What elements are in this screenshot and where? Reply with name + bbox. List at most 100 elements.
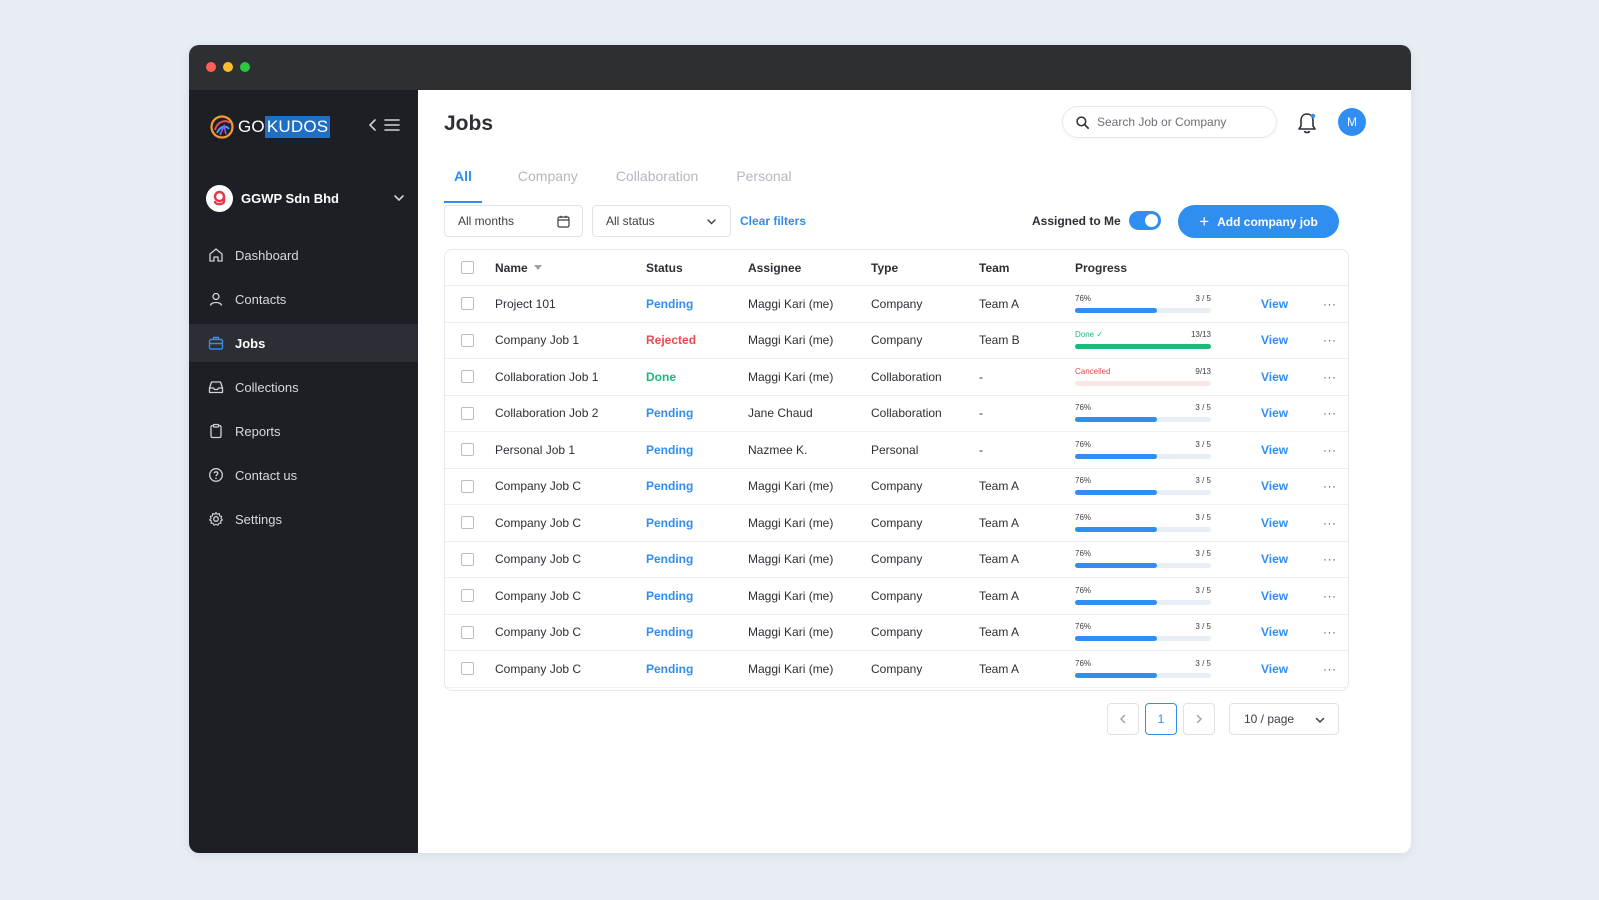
row-checkbox[interactable] [461, 443, 474, 457]
column-header-name[interactable]: Name [495, 250, 542, 285]
chevron-left-icon[interactable] [365, 117, 381, 133]
row-checkbox[interactable] [461, 625, 474, 639]
sidebar-item-label: Jobs [235, 335, 266, 351]
progress-track [1075, 453, 1211, 459]
sidebar-item-contacts[interactable]: Contacts [189, 280, 418, 318]
status-filter[interactable]: All status [592, 205, 731, 237]
view-job-link[interactable]: View [1261, 469, 1288, 505]
view-job-link[interactable]: View [1261, 505, 1288, 541]
progress-fill [1075, 526, 1157, 532]
table-row: Company Job C Pending Maggi Kari (me) Compa… [445, 651, 1348, 688]
job-team: - [979, 369, 983, 384]
organization-switcher[interactable]: GGWP Sdn Bhd [206, 184, 406, 212]
user-avatar[interactable]: M [1338, 108, 1366, 136]
row-checkbox[interactable] [461, 552, 474, 566]
pagination-prev-button[interactable] [1107, 703, 1139, 735]
tab-personal[interactable]: Personal [734, 158, 793, 194]
row-checkbox[interactable] [461, 370, 474, 384]
window-minimize-button[interactable] [223, 62, 233, 72]
select-all-checkbox[interactable] [461, 261, 474, 274]
search-input[interactable] [1097, 115, 1257, 129]
app-logo[interactable]: GO KUDOS [209, 114, 331, 140]
sidebar-item-contact-us[interactable]: Contact us [189, 456, 418, 494]
progress-fill [1075, 490, 1157, 496]
status-badge: Pending [646, 296, 694, 311]
status-badge: Rejected [646, 333, 697, 348]
progress-bar: 76% 3 / 5 [1075, 547, 1211, 571]
progress-bar: 76% 3 / 5 [1075, 438, 1211, 462]
more-options-icon[interactable]: ··· [1323, 323, 1337, 359]
more-options-icon[interactable]: ··· [1323, 651, 1337, 687]
months-filter[interactable]: All months [444, 205, 583, 237]
add-company-job-button[interactable]: + Add company job [1178, 205, 1339, 238]
more-options-icon[interactable]: ··· [1323, 505, 1337, 541]
pagination-page-1[interactable]: 1 [1145, 703, 1177, 735]
sidebar-item-reports[interactable]: Reports [189, 412, 418, 450]
job-assignee: Maggi Kari (me) [748, 661, 834, 676]
progress-bar: Done ✓ 13/13 [1075, 328, 1211, 352]
progress-track [1075, 380, 1211, 386]
view-job-link[interactable]: View [1261, 651, 1288, 687]
window-close-button[interactable] [206, 62, 216, 72]
notification-bell-icon[interactable] [1296, 111, 1318, 135]
job-assignee: Maggi Kari (me) [748, 625, 834, 640]
row-checkbox[interactable] [461, 333, 474, 347]
sidebar-item-jobs[interactable]: Jobs [189, 324, 418, 362]
sidebar-item-collections[interactable]: Collections [189, 368, 418, 406]
row-checkbox[interactable] [461, 406, 474, 420]
progress-cell: 76% 3 / 5 [1075, 578, 1211, 614]
progress-bar: 76% 3 / 5 [1075, 292, 1211, 316]
view-job-link[interactable]: View [1261, 615, 1288, 651]
more-options-icon[interactable]: ··· [1323, 542, 1337, 578]
view-job-link[interactable]: View [1261, 359, 1288, 395]
row-checkbox[interactable] [461, 662, 474, 676]
job-assignee: Jane Chaud [748, 406, 813, 421]
page-size-select[interactable]: 10 / page [1229, 703, 1339, 735]
view-job-link[interactable]: View [1261, 432, 1288, 468]
view-job-link[interactable]: View [1261, 396, 1288, 432]
organization-avatar [206, 184, 233, 212]
briefcase-icon [208, 336, 224, 350]
progress-bar: 76% 3 / 5 [1075, 620, 1211, 644]
progress-track [1075, 563, 1211, 569]
sort-caret-icon[interactable] [533, 265, 542, 270]
status-filter-value: All status [606, 214, 655, 228]
view-job-link[interactable]: View [1261, 578, 1288, 614]
tab-collaboration[interactable]: Collaboration [614, 158, 701, 194]
more-options-icon[interactable]: ··· [1323, 396, 1337, 432]
window-maximize-button[interactable] [240, 62, 250, 72]
job-tabs: All Company Collaboration Personal [444, 158, 828, 203]
view-job-link[interactable]: View [1261, 286, 1288, 322]
row-checkbox[interactable] [461, 297, 474, 311]
view-job-link[interactable]: View [1261, 323, 1288, 359]
more-options-icon[interactable]: ··· [1323, 615, 1337, 651]
job-type: Company [871, 515, 923, 530]
more-options-icon[interactable]: ··· [1323, 286, 1337, 322]
more-options-icon[interactable]: ··· [1323, 469, 1337, 505]
chevron-down-icon[interactable] [392, 191, 406, 205]
progress-count: 3 / 5 [1195, 439, 1211, 449]
hamburger-menu-icon[interactable] [383, 117, 401, 133]
job-team: Team A [979, 625, 1020, 640]
more-options-icon[interactable]: ··· [1323, 359, 1337, 395]
clear-filters-link[interactable]: Clear filters [740, 214, 806, 228]
more-options-icon[interactable]: ··· [1323, 432, 1337, 468]
row-checkbox[interactable] [461, 479, 474, 493]
sidebar-item-settings[interactable]: Settings [189, 500, 418, 538]
view-job-link[interactable]: View [1261, 542, 1288, 578]
job-name: Company Job C [495, 625, 582, 640]
pagination-next-button[interactable] [1183, 703, 1215, 735]
table-row: Collaboration Job 2 Pending Jane Chaud Coll… [445, 396, 1348, 432]
more-options-icon[interactable]: ··· [1323, 578, 1337, 614]
sidebar-item-label: Contacts [235, 291, 287, 307]
table-row: Company Job C Pending Maggi Kari (me) Compa… [445, 615, 1348, 651]
progress-label: 76% [1075, 403, 1092, 413]
tab-company[interactable]: Company [516, 158, 580, 194]
search-bar[interactable] [1062, 106, 1277, 138]
progress-label: 76% [1075, 476, 1092, 486]
row-checkbox[interactable] [461, 516, 474, 530]
row-checkbox[interactable] [461, 589, 474, 603]
assigned-to-me-toggle[interactable] [1129, 211, 1161, 230]
tab-all[interactable]: All [444, 158, 482, 203]
sidebar-item-dashboard[interactable]: Dashboard [189, 236, 418, 274]
